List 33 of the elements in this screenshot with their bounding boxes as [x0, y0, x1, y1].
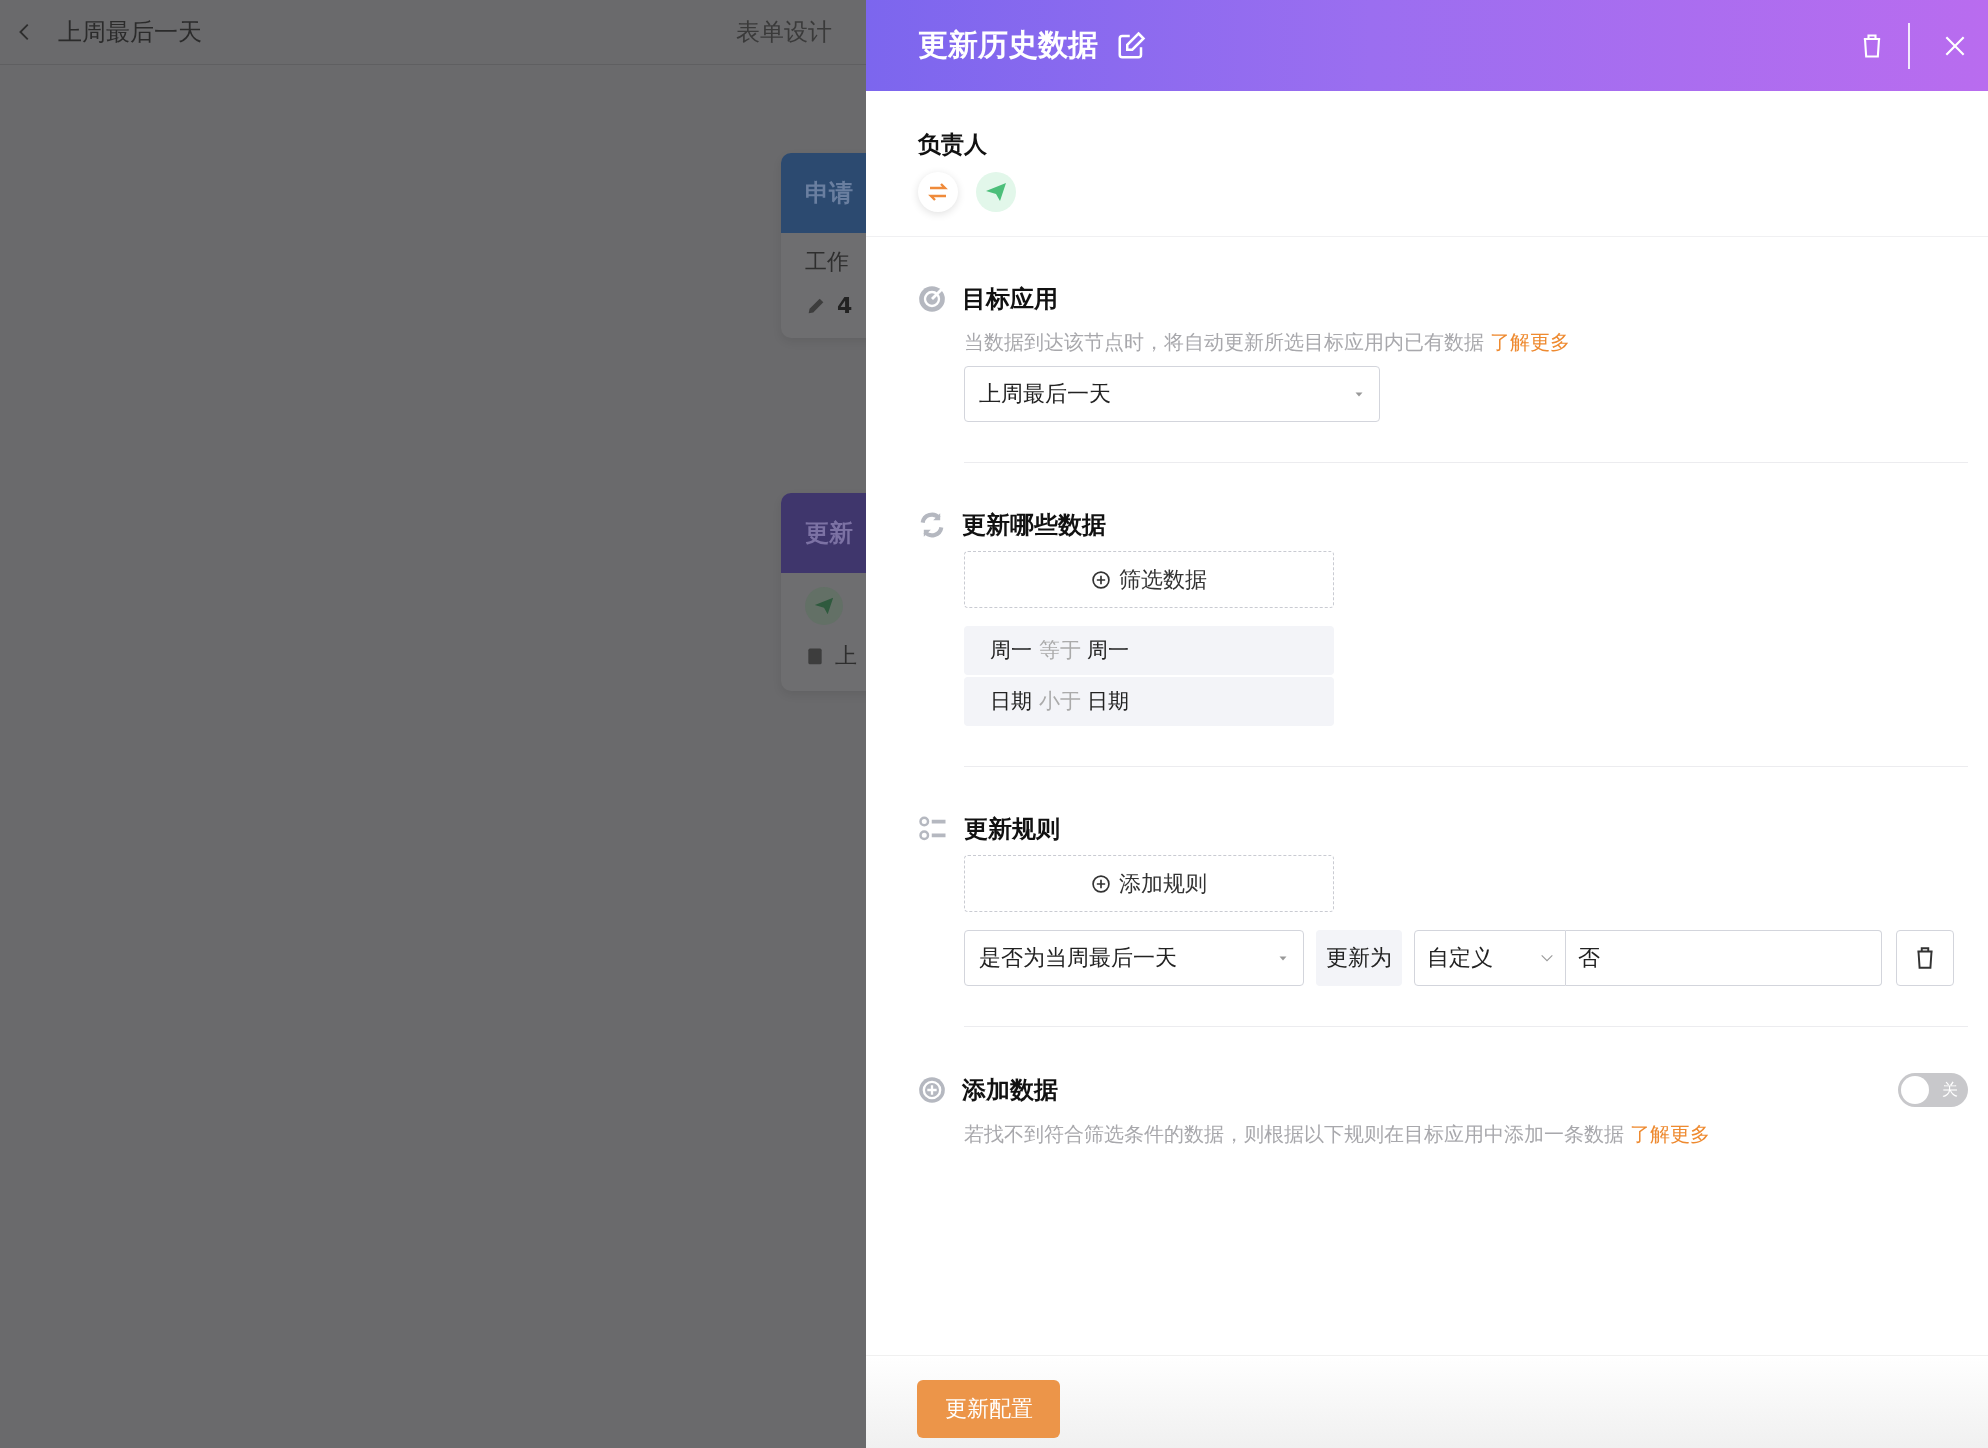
node-title: 申请	[805, 178, 853, 209]
page-title: 上周最后一天	[58, 17, 202, 48]
filter-condition[interactable]: 日期 小于 日期	[964, 677, 1334, 726]
filter-condition[interactable]: 周一 等于 周一	[964, 626, 1334, 675]
section-title: 添加数据	[962, 1075, 1058, 1106]
add-button[interactable]: 筛选数据	[964, 551, 1334, 608]
description: 当数据到达该节点时，将自动更新所选目标应用内已有数据	[964, 329, 1484, 356]
section-title: 目标应用	[962, 284, 1058, 315]
mode-select[interactable]: 自定义	[1414, 930, 1566, 986]
section-title: 更新哪些数据	[962, 510, 1106, 541]
section-title: 更新规则	[964, 814, 1060, 845]
edit-count: 4	[837, 293, 853, 318]
edit-icon	[1116, 30, 1146, 61]
add-button[interactable]: 添加规则	[964, 855, 1334, 912]
section-label: 负责人	[918, 130, 988, 159]
node-title: 更新	[805, 518, 853, 549]
owner-avatar[interactable]	[976, 172, 1016, 212]
app-select[interactable]: 上周最后一天	[964, 366, 1380, 422]
owner-avatar[interactable]	[918, 172, 958, 212]
refresh-icon	[918, 511, 946, 539]
plus-circle-icon	[1091, 569, 1111, 590]
plus-circle-icon	[918, 1076, 946, 1104]
value-input[interactable]: 否	[1566, 930, 1882, 986]
target-icon	[918, 285, 946, 313]
paper-plane-icon	[813, 595, 835, 617]
description: 若找不到符合筛选条件的数据，则根据以下规则在目标应用中添加一条数据	[964, 1121, 1624, 1148]
node-text: 工作	[805, 248, 850, 276]
node-text: 上	[835, 642, 857, 670]
delete-rule-button[interactable]	[1896, 930, 1954, 986]
panel-title: 更新历史数据	[918, 26, 1098, 64]
plus-circle-icon	[1091, 873, 1111, 894]
field-select[interactable]: 是否为当周最后一天	[964, 930, 1304, 986]
update-to-label: 更新为	[1316, 930, 1402, 986]
